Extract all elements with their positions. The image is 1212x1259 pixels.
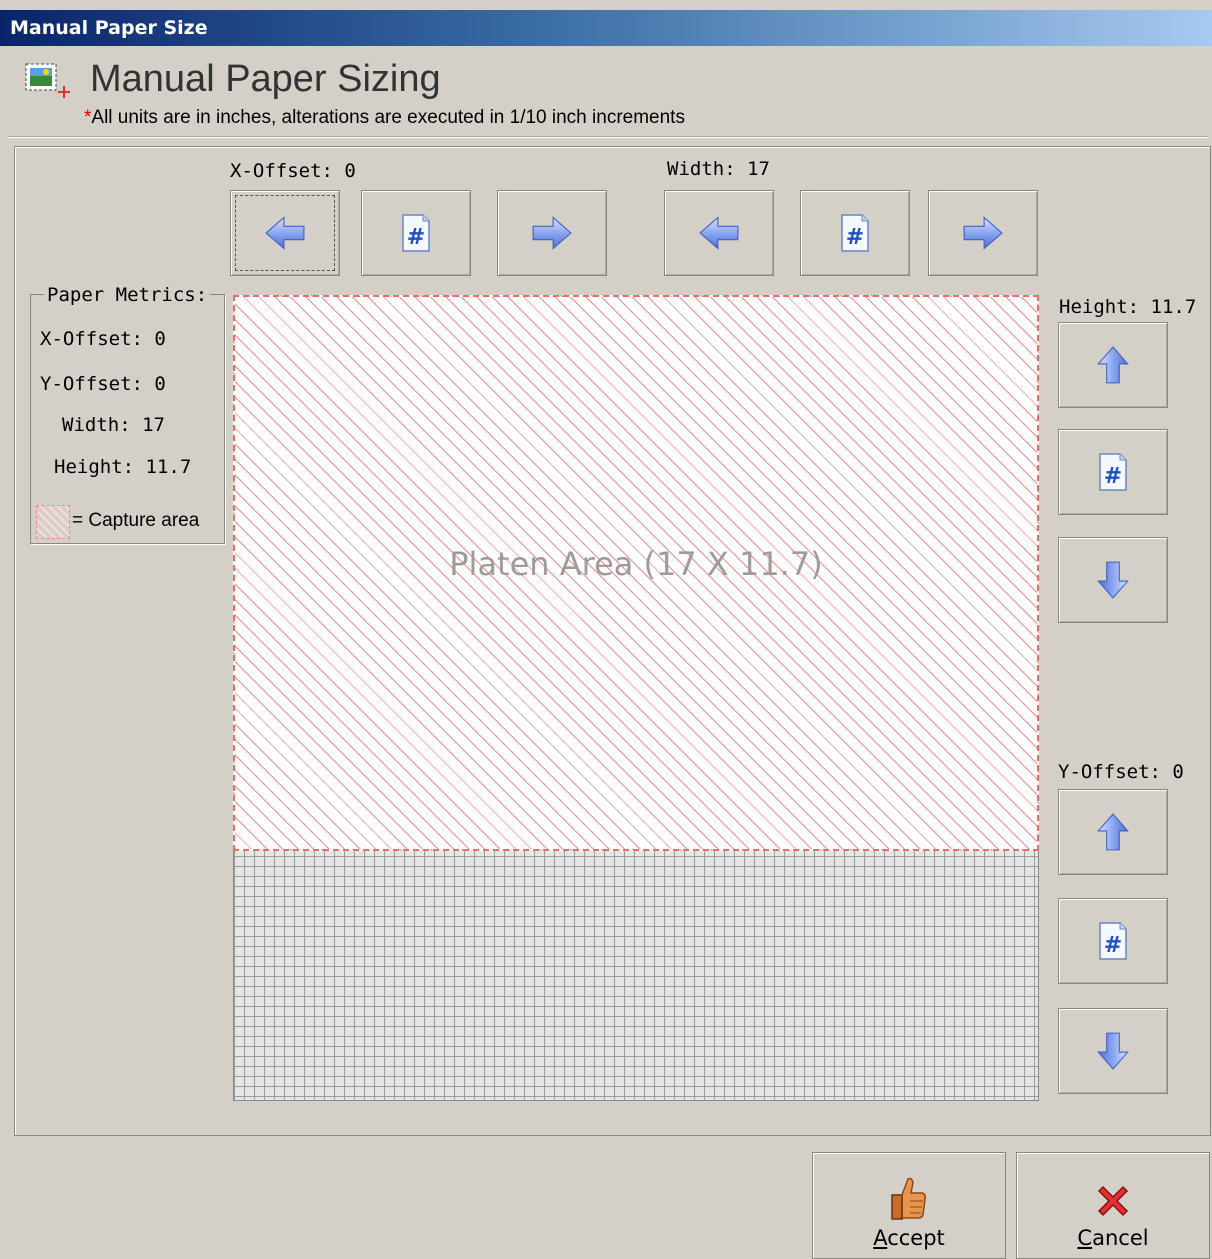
x-offset-increase-button[interactable] xyxy=(497,190,607,276)
units-note: *All units are in inches, alterations ar… xyxy=(84,107,685,129)
accept-label-rest: ccept xyxy=(887,1226,945,1250)
metric-y-offset: Y-Offset: 0 xyxy=(40,373,166,395)
x-offset-enter-value-button[interactable] xyxy=(361,190,471,276)
arrow-down-icon xyxy=(1097,1032,1129,1070)
arrow-right-icon xyxy=(963,216,1003,250)
width-decrease-button[interactable] xyxy=(664,190,774,276)
capture-area-swatch xyxy=(36,505,70,539)
cancel-label-rest: ancel xyxy=(1092,1226,1149,1250)
page-title: Manual Paper Sizing xyxy=(90,58,441,100)
arrow-up-icon xyxy=(1097,813,1129,851)
x-offset-decrease-button[interactable] xyxy=(230,190,340,276)
capture-area-legend: = Capture area xyxy=(72,510,200,531)
metric-height: Height: 11.7 xyxy=(54,456,192,478)
accept-mnemonic: A xyxy=(873,1226,888,1250)
hash-document-icon xyxy=(1099,922,1127,960)
y-offset-decrease-button[interactable] xyxy=(1058,1008,1168,1094)
arrow-left-icon xyxy=(699,216,739,250)
hash-document-icon xyxy=(402,214,430,252)
height-enter-value-button[interactable] xyxy=(1058,429,1168,515)
width-label: Width: 17 xyxy=(667,158,770,180)
cancel-label: Cancel xyxy=(1017,1226,1209,1250)
metric-width: Width: 17 xyxy=(62,414,165,436)
y-offset-enter-value-button[interactable] xyxy=(1058,898,1168,984)
paper-metrics-legend: Paper Metrics: xyxy=(44,284,211,306)
paper-size-icon xyxy=(24,60,70,110)
window-title-bar: Manual Paper Size xyxy=(0,10,1212,46)
accept-label: Accept xyxy=(813,1226,1005,1250)
cancel-button[interactable]: Cancel xyxy=(1016,1152,1210,1259)
arrow-up-icon xyxy=(1097,346,1129,384)
units-note-text: All units are in inches, alterations are… xyxy=(91,107,685,128)
arrow-left-icon xyxy=(265,216,305,250)
thumbs-up-icon xyxy=(888,1175,930,1225)
height-decrease-button[interactable] xyxy=(1058,537,1168,623)
width-enter-value-button[interactable] xyxy=(800,190,910,276)
window-title: Manual Paper Size xyxy=(10,17,208,39)
red-x-icon xyxy=(1093,1181,1133,1225)
hash-document-icon xyxy=(1099,453,1127,491)
height-label: Height: 11.7 xyxy=(1059,296,1197,318)
platen-area-label: Platen Area (17 X 11.7) xyxy=(449,545,823,583)
height-increase-button[interactable] xyxy=(1058,322,1168,408)
arrow-down-icon xyxy=(1097,561,1129,599)
accept-button[interactable]: Accept xyxy=(812,1152,1006,1259)
y-offset-label: Y-Offset: 0 xyxy=(1058,761,1184,783)
header-divider xyxy=(8,136,1208,138)
width-increase-button[interactable] xyxy=(928,190,1038,276)
hash-document-icon xyxy=(841,214,869,252)
y-offset-increase-button[interactable] xyxy=(1058,789,1168,875)
metric-x-offset: X-Offset: 0 xyxy=(40,328,166,350)
x-offset-label: X-Offset: 0 xyxy=(230,160,356,182)
cancel-mnemonic: C xyxy=(1077,1226,1093,1250)
arrow-right-icon xyxy=(532,216,572,250)
